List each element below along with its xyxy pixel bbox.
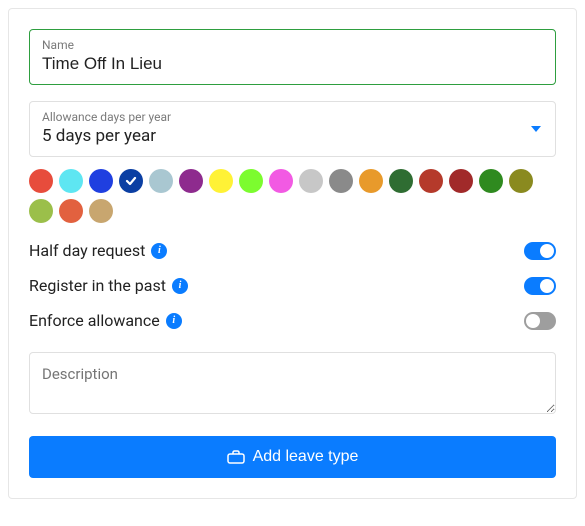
register-past-label-wrap: Register in the past i: [29, 276, 188, 295]
color-swatch[interactable]: [359, 169, 383, 193]
allowance-select[interactable]: Allowance days per year 5 days per year: [29, 101, 556, 157]
color-swatch[interactable]: [299, 169, 323, 193]
color-swatch[interactable]: [509, 169, 533, 193]
name-field[interactable]: Name: [29, 29, 556, 85]
submit-label: Add leave type: [253, 448, 359, 466]
register-past-label: Register in the past: [29, 276, 166, 295]
register-past-toggle[interactable]: [524, 277, 556, 295]
color-swatch[interactable]: [239, 169, 263, 193]
half-day-label-wrap: Half day request i: [29, 241, 167, 260]
color-swatch[interactable]: [179, 169, 203, 193]
enforce-allowance-label: Enforce allowance: [29, 311, 160, 330]
info-icon[interactable]: i: [172, 278, 188, 294]
half-day-label: Half day request: [29, 241, 145, 260]
enforce-allowance-toggle[interactable]: [524, 312, 556, 330]
color-swatch[interactable]: [59, 169, 83, 193]
add-leave-type-button[interactable]: Add leave type: [29, 436, 556, 478]
leave-type-form-card: Name Allowance days per year 5 days per …: [8, 8, 577, 499]
color-swatch[interactable]: [209, 169, 233, 193]
color-swatch[interactable]: [29, 169, 53, 193]
color-swatch[interactable]: [59, 199, 83, 223]
color-swatch[interactable]: [449, 169, 473, 193]
allowance-value: 5 days per year: [42, 126, 543, 146]
info-icon[interactable]: i: [166, 313, 182, 329]
name-input[interactable]: [42, 54, 543, 74]
color-swatch[interactable]: [119, 169, 143, 193]
color-swatch[interactable]: [419, 169, 443, 193]
color-swatch[interactable]: [389, 169, 413, 193]
briefcase-icon: [227, 450, 245, 464]
register-past-row: Register in the past i: [29, 276, 556, 295]
half-day-toggle[interactable]: [524, 242, 556, 260]
description-textarea[interactable]: [29, 352, 556, 414]
color-swatch[interactable]: [29, 199, 53, 223]
color-swatch[interactable]: [479, 169, 503, 193]
color-swatch[interactable]: [149, 169, 173, 193]
color-swatch[interactable]: [89, 169, 113, 193]
enforce-allowance-row: Enforce allowance i: [29, 311, 556, 330]
color-swatch[interactable]: [89, 199, 113, 223]
color-swatch[interactable]: [329, 169, 353, 193]
info-icon[interactable]: i: [151, 243, 167, 259]
half-day-row: Half day request i: [29, 241, 556, 260]
chevron-down-icon: [531, 126, 541, 132]
enforce-allowance-label-wrap: Enforce allowance i: [29, 311, 182, 330]
name-label: Name: [42, 38, 543, 52]
color-swatch[interactable]: [269, 169, 293, 193]
color-swatches: [29, 169, 556, 223]
allowance-label: Allowance days per year: [42, 110, 543, 124]
